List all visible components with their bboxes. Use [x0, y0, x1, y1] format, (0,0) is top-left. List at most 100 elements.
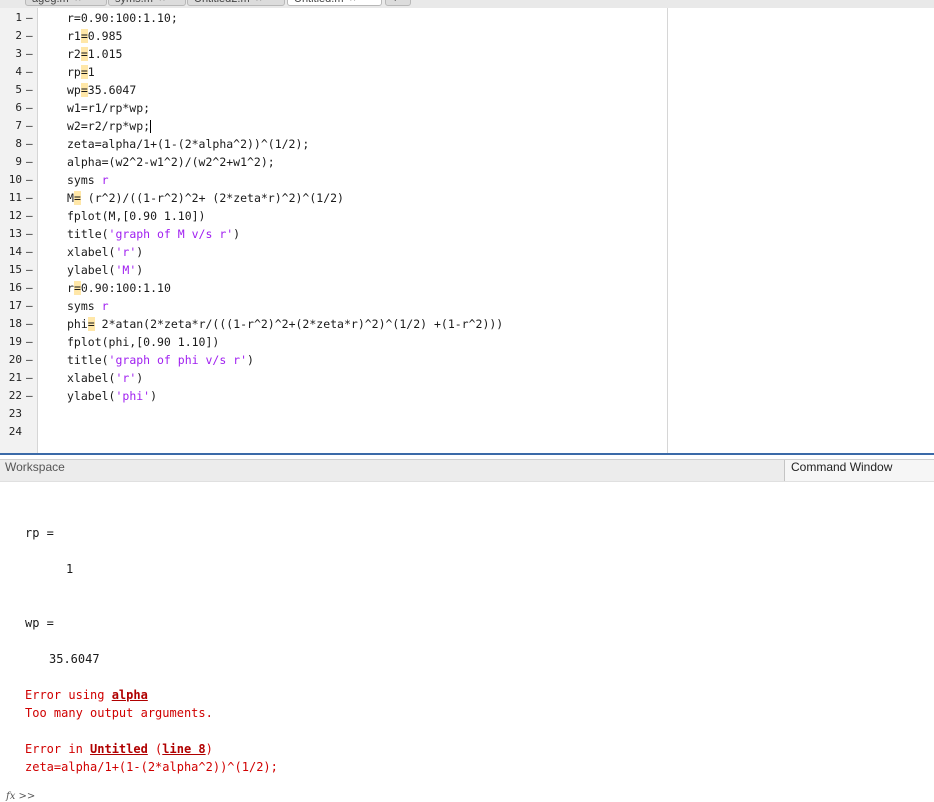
line-number: 17 — [8, 299, 22, 312]
code-token: ) — [150, 389, 158, 403]
breakpoint-marker[interactable]: – — [26, 63, 34, 81]
breakpoint-marker[interactable]: – — [26, 153, 34, 171]
code-line[interactable]: 14– xlabel('r') — [0, 243, 667, 261]
breakpoint-marker[interactable]: – — [26, 117, 34, 135]
code-line[interactable]: 22– ylabel('phi') — [0, 387, 667, 405]
code-line[interactable]: 3– r2=1.015 — [0, 45, 667, 63]
close-tab-icon[interactable]: × — [350, 0, 356, 5]
editor-tab[interactable]: Untitled.m × — [287, 0, 382, 6]
close-tab-icon[interactable]: × — [159, 0, 165, 5]
breakpoint-marker[interactable]: – — [26, 243, 34, 261]
code-line[interactable]: 18– phi= 2*atan(2*zeta*r/(((1-r^2)^2+(2*z… — [0, 315, 667, 333]
warning-highlight: = — [80, 65, 88, 79]
error-line-link[interactable]: line 8 — [162, 742, 205, 756]
breakpoint-marker[interactable]: – — [26, 27, 34, 45]
line-number: 20 — [8, 353, 22, 366]
code-line[interactable]: 8– zeta=alpha/1+(1-(2*alpha^2))^(1/2); — [0, 135, 667, 153]
breakpoint-marker[interactable]: – — [26, 297, 34, 315]
workspace-tab[interactable]: Workspace — [5, 460, 65, 474]
code-line[interactable]: 16– r=0.90:100:1.10 — [0, 279, 667, 297]
editor-tab[interactable]: ageg.m × — [25, 0, 107, 6]
editor-tab[interactable]: Untitled2.m × — [187, 0, 285, 6]
code-token: zeta=alpha/1+(1-(2*alpha^2))^(1/2); — [67, 137, 310, 151]
code-line[interactable]: 24 — [0, 423, 667, 441]
code-line[interactable]: 7– w2=r2/rp*wp; — [0, 117, 667, 135]
code-line[interactable]: 10– syms r — [0, 171, 667, 189]
breakpoint-marker[interactable]: – — [26, 279, 34, 297]
error-file-link[interactable]: Untitled — [90, 742, 148, 756]
error-code-line: zeta=alpha/1+(1-(2*alpha^2))^(1/2); — [25, 760, 278, 774]
breakpoint-marker[interactable]: – — [26, 45, 34, 63]
code-line[interactable]: 2– r1=0.985 — [0, 27, 667, 45]
code-text: w2=r2/rp*wp; — [67, 117, 152, 135]
breakpoint-marker[interactable]: – — [26, 369, 34, 387]
code-line[interactable]: 15– ylabel('M') — [0, 261, 667, 279]
code-line[interactable]: 4– rp=1 — [0, 63, 667, 81]
close-tab-icon[interactable]: × — [75, 0, 81, 5]
breakpoint-marker[interactable]: – — [26, 9, 34, 27]
command-window[interactable]: rp = 1 wp = 35.6047 Error using alpha To… — [0, 481, 934, 802]
breakpoint-marker[interactable]: – — [26, 261, 34, 279]
code-token: 1.015 — [87, 47, 123, 61]
close-tab-icon[interactable]: × — [256, 0, 262, 5]
breakpoint-marker[interactable]: – — [26, 225, 34, 243]
code-line[interactable]: 23 — [0, 405, 667, 423]
line-number: 18 — [8, 317, 22, 330]
code-token: xlabel( — [67, 245, 116, 259]
command-window-tab[interactable]: Command Window — [784, 460, 934, 481]
breakpoint-marker[interactable]: – — [26, 99, 34, 117]
code-text: r2=1.015 — [67, 45, 122, 63]
error-message: Too many output arguments. — [25, 706, 213, 720]
code-line[interactable]: 9– alpha=(w2^2-w1^2)/(w2^2+w1^2); — [0, 153, 667, 171]
code-line[interactable]: 1– r=0.90:100:1.10; — [0, 9, 667, 27]
command-window-tab-label: Command Window — [791, 460, 893, 474]
warning-highlight: = — [80, 29, 88, 43]
code-line[interactable]: 20– title('graph of phi v/s r') — [0, 351, 667, 369]
code-text: rp=1 — [67, 63, 95, 81]
error-in-prefix: Error in — [25, 742, 91, 756]
code-line[interactable]: 12– fplot(M,[0.90 1.10]) — [0, 207, 667, 225]
line-number: 23 — [8, 407, 22, 420]
breakpoint-marker[interactable]: – — [26, 387, 34, 405]
code-token: xlabel( — [67, 371, 116, 385]
line-number: 19 — [8, 335, 22, 348]
breakpoint-marker[interactable]: – — [26, 333, 34, 351]
code-line[interactable]: 13– title('graph of M v/s r') — [0, 225, 667, 243]
function-browser-icon[interactable]: fx >> — [6, 791, 35, 802]
breakpoint-marker[interactable]: – — [26, 189, 34, 207]
code-line[interactable]: 11– M= (r^2)/((1-r^2)^2+ (2*zeta*r)^2)^(1… — [0, 189, 667, 207]
line-number: 24 — [8, 425, 22, 438]
new-tab-icon[interactable]: + — [385, 0, 411, 6]
code-line[interactable]: 17– syms r — [0, 297, 667, 315]
line-number: 13 — [8, 227, 22, 240]
error-prefix: Error using — [25, 688, 112, 702]
error-function-link[interactable]: alpha — [112, 688, 148, 702]
code-line[interactable]: 21– xlabel('r') — [0, 369, 667, 387]
code-text: w1=r1/rp*wp; — [67, 99, 150, 117]
code-token: ylabel( — [67, 263, 116, 277]
code-token: ) — [136, 245, 144, 259]
editor-splitter[interactable] — [0, 453, 934, 455]
right-text-margin-line — [667, 8, 668, 453]
line-number: 6 — [15, 101, 22, 114]
string-literal: r — [101, 173, 109, 187]
breakpoint-marker[interactable]: – — [26, 81, 34, 99]
code-line[interactable]: 5– wp=35.6047 — [0, 81, 667, 99]
breakpoint-marker[interactable]: – — [26, 171, 34, 189]
warning-highlight: = — [73, 281, 81, 295]
breakpoint-marker[interactable]: – — [26, 315, 34, 333]
code-editor[interactable]: 1– r=0.90:100:1.10; 2– r1=0.985 3– r2=1.015 4–… — [0, 8, 934, 453]
code-token: phi — [67, 317, 88, 331]
code-text: M= (r^2)/((1-r^2)^2+ (2*zeta*r)^2)^(1/2) — [67, 189, 344, 207]
string-literal: 'r' — [115, 371, 137, 385]
code-token: 0.90:100:1.10 — [80, 281, 171, 295]
code-line[interactable]: 19– fplot(phi,[0.90 1.10]) — [0, 333, 667, 351]
breakpoint-marker[interactable]: – — [26, 351, 34, 369]
code-token: ) — [136, 371, 144, 385]
breakpoint-marker[interactable]: – — [26, 135, 34, 153]
string-literal: 'M' — [115, 263, 137, 277]
breakpoint-marker[interactable]: – — [26, 207, 34, 225]
editor-tab[interactable]: syms.m × — [108, 0, 186, 6]
code-line[interactable]: 6– w1=r1/rp*wp; — [0, 99, 667, 117]
warning-highlight: = — [73, 191, 81, 205]
